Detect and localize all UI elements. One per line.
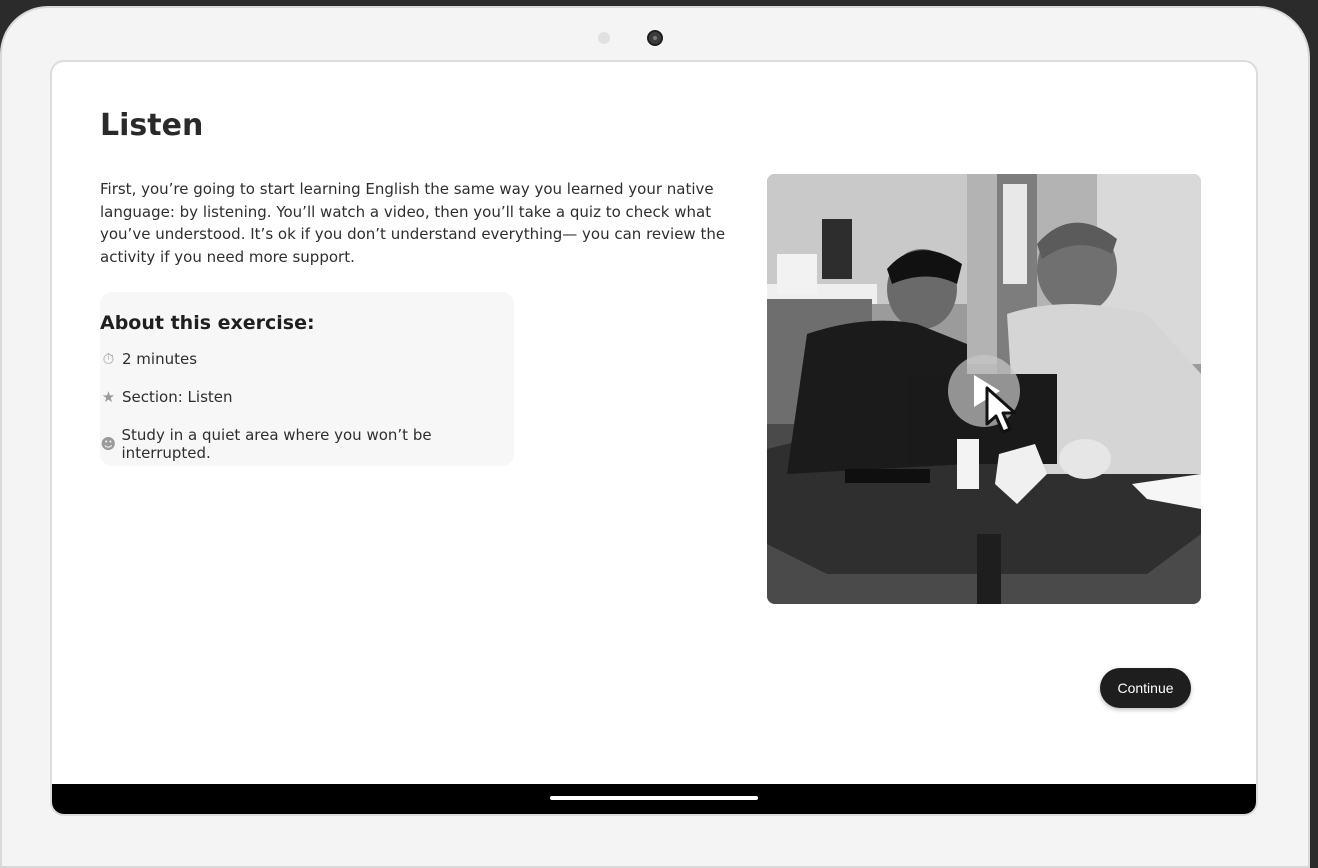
quiet-face-icon: ☻ bbox=[100, 435, 117, 453]
page-title: Listen bbox=[100, 108, 204, 143]
home-indicator[interactable] bbox=[550, 796, 758, 800]
about-item-environment: ☻ Study in a quiet area where you won’t … bbox=[100, 426, 514, 462]
video-player[interactable] bbox=[767, 174, 1201, 604]
stopwatch-icon: ⏱ bbox=[102, 350, 115, 368]
light-sensor bbox=[598, 32, 610, 44]
about-exercise-panel: About this exercise: ⏱ 2 minutes ★ Secti… bbox=[100, 292, 514, 466]
about-item-text: Study in a quiet area where you won’t be… bbox=[121, 426, 432, 462]
about-item-section: ★ Section: Listen bbox=[100, 388, 233, 406]
camera-icon bbox=[647, 30, 663, 46]
about-item-duration: ⏱ 2 minutes bbox=[100, 350, 197, 368]
star-icon: ★ bbox=[101, 388, 116, 406]
cursor-icon bbox=[985, 386, 1017, 434]
app-screen: Listen First, you’re going to start lear… bbox=[50, 60, 1258, 816]
home-bar bbox=[52, 784, 1256, 814]
continue-button[interactable]: Continue bbox=[1100, 668, 1191, 708]
about-item-text: 2 minutes bbox=[122, 350, 198, 368]
tablet-frame: Listen First, you’re going to start lear… bbox=[0, 6, 1310, 868]
about-item-text: Section: Listen bbox=[122, 388, 233, 406]
about-title: About this exercise: bbox=[100, 312, 315, 334]
intro-text: First, you’re going to start learning En… bbox=[100, 180, 726, 266]
